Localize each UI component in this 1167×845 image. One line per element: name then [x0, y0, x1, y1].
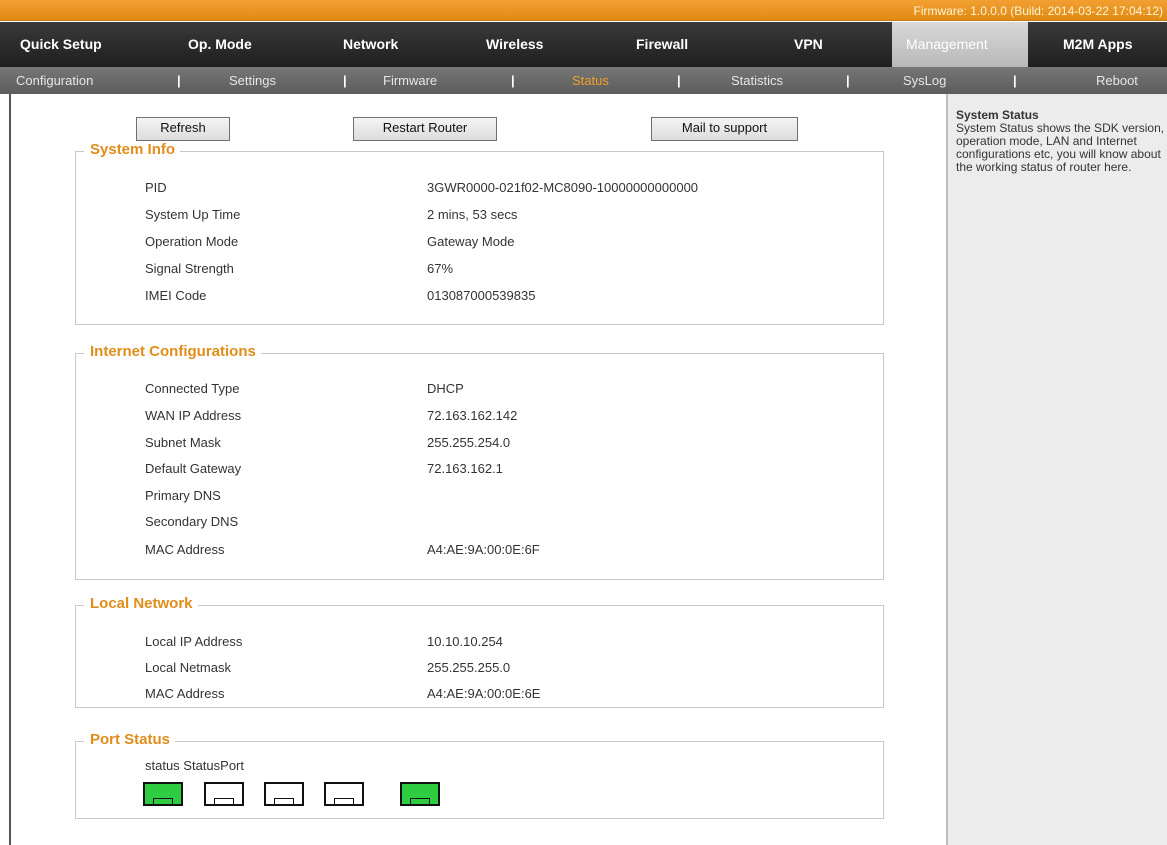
subnet-mask-label: Subnet Mask	[145, 435, 221, 450]
refresh-button[interactable]: Refresh	[136, 117, 230, 141]
subnav-separator: |	[343, 73, 347, 88]
default-gateway-label: Default Gateway	[145, 461, 242, 476]
port-status-panel: Port Status status StatusPort	[75, 731, 884, 819]
lan-mac-label: MAC Address	[145, 686, 225, 701]
wan-mac-label: MAC Address	[145, 542, 225, 557]
local-ip-value: 10.10.10.254	[427, 634, 503, 649]
imei-value: 013087000539835	[427, 288, 536, 303]
help-sidebar: System Status System Status shows the SD…	[946, 94, 1167, 845]
local-ip-label: Local IP Address	[145, 634, 243, 649]
lan-mac-value: A4:AE:9A:00:0E:6E	[427, 686, 541, 701]
help-description: System Status shows the SDK version, ope…	[956, 121, 1165, 174]
subnav-separator: |	[1013, 73, 1017, 88]
signal-strength-label: Signal Strength	[145, 261, 234, 276]
wan-ip-value: 72.163.162.142	[427, 408, 518, 423]
subnav-syslog[interactable]: SysLog	[903, 67, 946, 94]
sub-nav: Configuration | Settings | Firmware | St…	[0, 67, 1167, 94]
local-netmask-value: 255.255.255.0	[427, 660, 511, 675]
uptime-label: System Up Time	[145, 207, 241, 222]
nav-m2m-apps[interactable]: M2M Apps	[1063, 22, 1132, 67]
connected-type-value: DHCP	[427, 381, 464, 396]
signal-strength-value: 67%	[427, 261, 454, 276]
nav-network[interactable]: Network	[343, 22, 398, 67]
help-title: System Status	[956, 108, 1039, 122]
firmware-bar: Firmware: 1.0.0.0 (Build: 2014-03-22 17:…	[0, 0, 1167, 21]
wan-ip-label: WAN IP Address	[145, 408, 242, 423]
nav-quick-setup[interactable]: Quick Setup	[20, 22, 102, 67]
internet-config-title: Internet Configurations	[76, 343, 261, 360]
port-1-icon	[143, 782, 183, 806]
local-netmask-label: Local Netmask	[145, 660, 231, 675]
secondary-dns-label: Secondary DNS	[145, 514, 239, 529]
system-info-title: System Info	[75, 141, 181, 158]
imei-label: IMEI Code	[145, 288, 207, 303]
subnav-status[interactable]: Status	[572, 67, 609, 94]
wan-mac-value: A4:AE:9A:00:0E:6F	[427, 542, 540, 557]
subnav-firmware[interactable]: Firmware	[383, 67, 437, 94]
subnav-separator: |	[846, 73, 850, 88]
port-2-icon	[204, 782, 244, 806]
operation-mode-value: Gateway Mode	[427, 234, 515, 249]
operation-mode-label: Operation Mode	[145, 234, 239, 249]
connected-type-label: Connected Type	[145, 381, 240, 396]
mail-to-support-button[interactable]: Mail to support	[651, 117, 798, 141]
subnav-separator: |	[177, 73, 181, 88]
local-network-title: Local Network	[76, 595, 198, 612]
restart-router-button[interactable]: Restart Router	[353, 117, 497, 141]
subnav-configuration[interactable]: Configuration	[16, 67, 93, 94]
nav-firewall[interactable]: Firewall	[636, 22, 688, 67]
primary-dns-label: Primary DNS	[145, 488, 221, 503]
default-gateway-value: 72.163.162.1	[427, 461, 503, 476]
subnet-mask-value: 255.255.254.0	[427, 435, 511, 450]
port-status-title: Port Status	[75, 731, 176, 748]
port-3-icon	[264, 782, 304, 806]
subnav-reboot[interactable]: Reboot	[1096, 67, 1138, 94]
nav-management[interactable]: Management	[892, 22, 1028, 67]
nav-wireless[interactable]: Wireless	[486, 22, 543, 67]
local-network-panel: Local Network Local IP Address 10.10.10.…	[75, 595, 884, 708]
main-nav: Quick Setup Op. Mode Network Wireless Fi…	[0, 22, 1167, 67]
port-status-caption: status StatusPort	[145, 758, 244, 773]
subnav-separator: |	[511, 73, 515, 88]
uptime-value: 2 mins, 53 secs	[427, 207, 518, 222]
system-info-panel: System Info PID 3GWR0000-021f02-MC8090-1…	[75, 141, 884, 325]
subnav-settings[interactable]: Settings	[229, 67, 276, 94]
port-4-icon	[324, 782, 364, 806]
port-5-icon	[400, 782, 440, 806]
subnav-separator: |	[677, 73, 681, 88]
pid-value: 3GWR0000-021f02-MC8090-10000000000000	[427, 180, 699, 195]
pid-label: PID	[145, 180, 167, 195]
nav-vpn[interactable]: VPN	[794, 22, 823, 67]
internet-config-panel: Internet Configurations Connected Type D…	[75, 343, 884, 580]
firmware-label: Firmware: 1.0.0.0 (Build: 2014-03-22 17:…	[913, 4, 1163, 18]
nav-op-mode[interactable]: Op. Mode	[188, 22, 252, 67]
subnav-statistics[interactable]: Statistics	[731, 67, 783, 94]
